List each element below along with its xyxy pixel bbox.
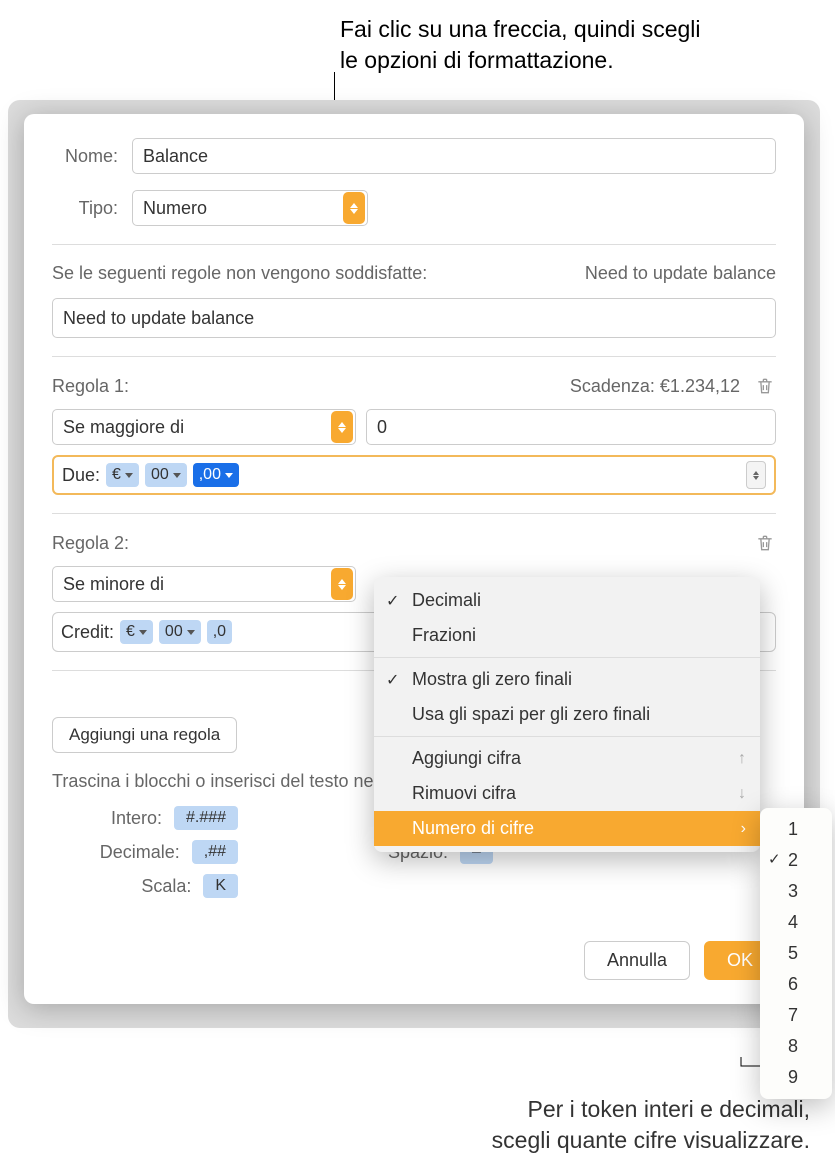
default-sample-input[interactable]: Need to update balance <box>52 298 776 338</box>
name-input[interactable] <box>132 138 776 174</box>
menu-item-show-zeros[interactable]: ✓ Mostra gli zero finali <box>374 662 760 697</box>
chevron-right-icon: › <box>741 820 746 838</box>
stepper-icon <box>331 411 353 443</box>
type-row: Tipo: Numero <box>52 190 776 226</box>
chevron-down-icon <box>139 630 147 635</box>
menu-item-frazioni[interactable]: Frazioni <box>374 618 760 653</box>
add-rule-button[interactable]: Aggiungi una regola <box>52 717 237 753</box>
submenu-item-3[interactable]: 3 <box>760 876 832 907</box>
rule2-header: Regola 2: <box>52 532 776 554</box>
chevron-down-icon <box>187 630 195 635</box>
rule1-scadenza: Scadenza: €1.234,12 <box>570 376 740 397</box>
palette-scala-label: Scala: <box>81 876 191 897</box>
callout-bottom: Per i token interi e decimali, scegli qu… <box>350 1094 810 1156</box>
menu-separator <box>374 736 760 737</box>
cancel-button[interactable]: Annulla <box>584 941 690 980</box>
rule1-token-prefix: Due: <box>62 465 100 486</box>
submenu-item-6[interactable]: 6 <box>760 969 832 1000</box>
rule2-condition-value: Se minore di <box>63 574 329 595</box>
rule2-condition-select[interactable]: Se minore di <box>52 566 356 602</box>
callout-top-line2: le opzioni di formattazione. <box>340 45 701 76</box>
default-example: Need to update balance <box>585 263 776 284</box>
default-condition-label: Se le seguenti regole non vengono soddis… <box>52 263 427 284</box>
decimal-pill[interactable]: ,00 <box>193 463 239 487</box>
integer-pill[interactable]: 00 <box>159 620 201 644</box>
palette-decimale-pill[interactable]: ,## <box>192 840 238 864</box>
default-rule-header: Se le seguenti regole non vengono soddis… <box>52 263 776 284</box>
name-row: Nome: <box>52 138 776 174</box>
rule1-token-row[interactable]: Due: € 00 ,00 <box>52 455 776 495</box>
rule1-condition-select[interactable]: Se maggiore di <box>52 409 356 445</box>
check-icon: ✓ <box>386 591 399 611</box>
down-arrow-icon: ↓ <box>738 785 746 803</box>
rule1-condition-value: Se maggiore di <box>63 417 329 438</box>
rule2-label: Regola 2: <box>52 533 129 554</box>
currency-pill[interactable]: € <box>120 620 153 644</box>
default-sample-value: Need to update balance <box>63 308 254 329</box>
stepper-icon[interactable] <box>746 461 766 489</box>
menu-item-remove-digit[interactable]: Rimuovi cifra ↓ <box>374 776 760 811</box>
callout-bottom-line2: scegli quante cifre visualizzare. <box>350 1125 810 1156</box>
rule1-header: Regola 1: Scadenza: €1.234,12 <box>52 375 776 397</box>
stepper-icon <box>331 568 353 600</box>
rule2-token-prefix: Credit: <box>61 622 114 643</box>
stepper-icon <box>343 192 365 224</box>
menu-item-spaces-zeros[interactable]: Usa gli spazi per gli zero finali <box>374 697 760 732</box>
submenu-item-7[interactable]: 7 <box>760 1000 832 1031</box>
rule1-value-input[interactable] <box>366 409 776 445</box>
trash-icon[interactable] <box>754 532 776 554</box>
trash-icon[interactable] <box>754 375 776 397</box>
name-label: Nome: <box>52 146 132 167</box>
palette-decimale-label: Decimale: <box>70 842 180 863</box>
menu-item-add-digit[interactable]: Aggiungi cifra ↑ <box>374 741 760 776</box>
up-arrow-icon: ↑ <box>738 750 746 768</box>
check-icon: ✓ <box>386 670 399 690</box>
palette-intero-label: Intero: <box>52 808 162 829</box>
palette-intero-pill[interactable]: #.### <box>174 806 238 830</box>
palette-scala-pill[interactable]: K <box>203 874 238 898</box>
decimal-pill[interactable]: ,0 <box>207 620 232 644</box>
integer-pill[interactable]: 00 <box>145 463 187 487</box>
chevron-down-icon <box>125 473 133 478</box>
format-dialog: Nome: Tipo: Numero Se le seguenti regole… <box>24 114 804 1004</box>
callout-top: Fai clic su una freccia, quindi scegli l… <box>340 14 701 76</box>
submenu-item-2[interactable]: ✓2 <box>760 845 832 876</box>
rule1-condition-row: Se maggiore di <box>52 409 776 445</box>
chevron-down-icon <box>225 473 233 478</box>
check-icon: ✓ <box>768 850 781 868</box>
currency-pill[interactable]: € <box>106 463 139 487</box>
chevron-down-icon <box>173 473 181 478</box>
submenu-item-4[interactable]: 4 <box>760 907 832 938</box>
menu-separator <box>374 657 760 658</box>
type-select[interactable]: Numero <box>132 190 368 226</box>
submenu-item-9[interactable]: 9 <box>760 1062 832 1093</box>
menu-item-decimali[interactable]: ✓ Decimali <box>374 583 760 618</box>
menu-item-digit-count[interactable]: Numero di cifre › <box>374 811 760 846</box>
callout-top-line1: Fai clic su una freccia, quindi scegli <box>340 14 701 45</box>
callout-bottom-line1: Per i token interi e decimali, <box>350 1094 810 1125</box>
decimal-popup-menu: ✓ Decimali Frazioni ✓ Mostra gli zero fi… <box>374 577 760 852</box>
type-label: Tipo: <box>52 198 132 219</box>
type-select-value: Numero <box>143 198 341 219</box>
submenu-item-8[interactable]: 8 <box>760 1031 832 1062</box>
rule1-label: Regola 1: <box>52 376 129 397</box>
submenu-item-5[interactable]: 5 <box>760 938 832 969</box>
dialog-buttons: Annulla OK <box>584 941 776 980</box>
digit-count-submenu: 1✓23456789 <box>760 808 832 1099</box>
submenu-item-1[interactable]: 1 <box>760 814 832 845</box>
separator <box>52 244 776 245</box>
separator <box>52 356 776 357</box>
separator <box>52 513 776 514</box>
